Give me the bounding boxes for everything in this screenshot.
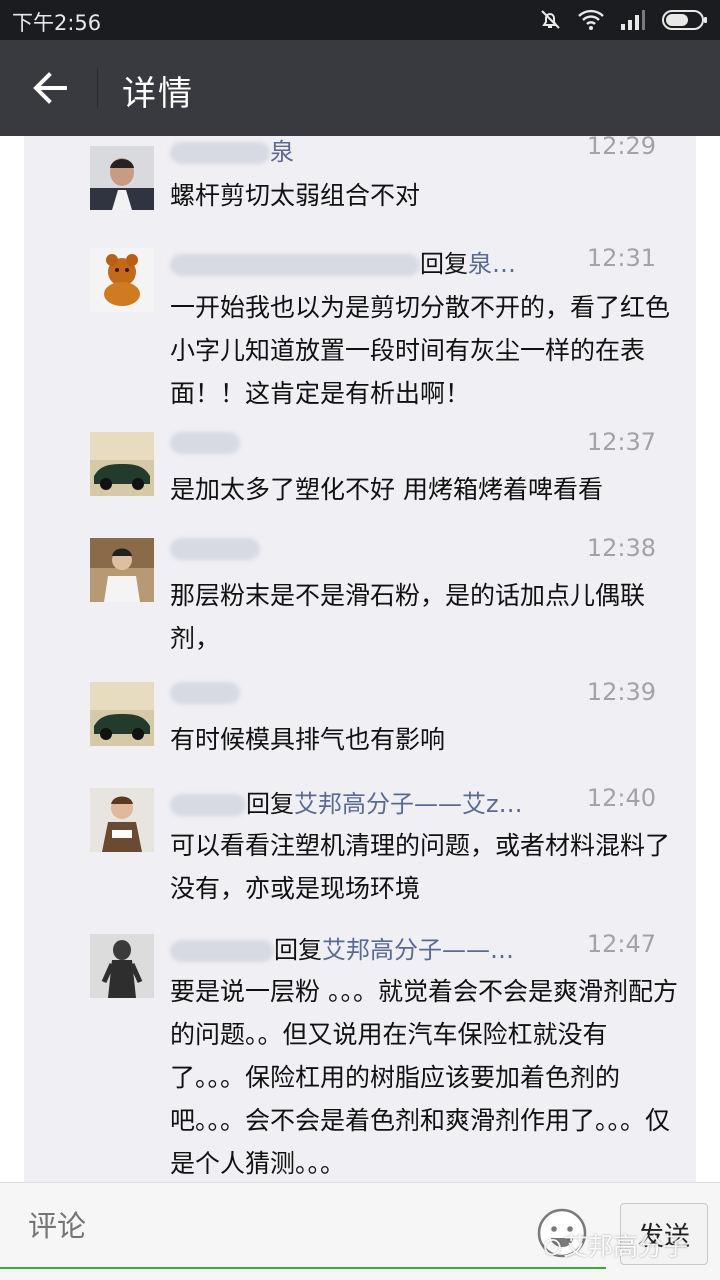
comment-time: 12:40 xyxy=(586,784,656,812)
commenter-name[interactable] xyxy=(170,428,240,456)
page-title: 详情 xyxy=(122,74,194,114)
comment-time: 12:29 xyxy=(586,136,656,160)
avatar[interactable] xyxy=(90,682,154,746)
comment-item[interactable]: 12:38 那层粉末是不是滑石粉，是的话加点儿偶联剂， xyxy=(24,532,696,662)
redacted-name xyxy=(170,940,274,962)
redacted-name xyxy=(170,682,240,704)
avatar[interactable] xyxy=(90,146,154,210)
emoji-button[interactable] xyxy=(536,1207,588,1259)
comment-input[interactable] xyxy=(28,1211,405,1244)
commenter-name[interactable] xyxy=(170,678,240,706)
comment-item[interactable]: 回复艾邦高分子——… 12:47 要是说一层粉 。。。就觉着会不会是爽滑剂配方的… xyxy=(24,928,696,1178)
status-time: 下午2:56 xyxy=(12,11,102,35)
commenter-name[interactable]: 泉 xyxy=(170,136,294,167)
comment-text: 有时候模具排气也有影响 xyxy=(170,725,446,754)
comment-list: 泉 12:29 螺杆剪切太弱组合不对 回复泉… 12:31 一开始我也以为是剪切… xyxy=(24,136,696,1182)
reply-target[interactable]: 艾邦高分子——… xyxy=(322,936,514,964)
title-divider xyxy=(97,68,98,108)
status-bar: 下午2:56 xyxy=(0,0,720,40)
comment-meta: 12:38 xyxy=(170,532,656,572)
comment-time: 12:37 xyxy=(586,428,656,456)
back-arrow-icon xyxy=(33,72,67,104)
redacted-name xyxy=(170,254,420,276)
avatar[interactable] xyxy=(90,788,154,852)
redacted-name xyxy=(170,142,270,164)
comment-meta: 回复泉… 12:31 xyxy=(170,242,656,282)
redacted-name xyxy=(170,794,246,816)
reply-target[interactable]: 艾邦高分子——艾z… xyxy=(294,790,523,818)
back-button[interactable] xyxy=(22,62,78,114)
comment-area[interactable]: 泉 12:29 螺杆剪切太弱组合不对 回复泉… 12:31 一开始我也以为是剪切… xyxy=(0,136,720,1182)
comment-time: 12:39 xyxy=(586,678,656,706)
emoji-icon xyxy=(537,1208,587,1258)
reply-target[interactable]: 泉… xyxy=(468,250,516,278)
battery-icon xyxy=(662,10,707,30)
wifi-icon xyxy=(578,9,604,30)
comment-meta: 回复艾邦高分子——… 12:47 xyxy=(170,928,656,968)
comment-meta: 泉 12:29 xyxy=(170,136,656,170)
comment-text: 一开始我也以为是剪切分散不开的，看了红色小字儿知道放置一段时间有灰尘一样的在表面… xyxy=(170,293,671,408)
comment-text: 可以看看注塑机清理的问题，或者材料混料了没有，亦或是现场环境 xyxy=(170,831,671,903)
comment-item[interactable]: 回复艾邦高分子——艾z… 12:40 可以看看注塑机清理的问题，或者材料混料了没… xyxy=(24,782,696,912)
redacted-name xyxy=(170,538,260,560)
commenter-name[interactable]: 回复泉… xyxy=(170,244,516,279)
comment-meta: 回复艾邦高分子——艾z… 12:40 xyxy=(170,782,656,822)
input-underline xyxy=(0,1267,606,1269)
comment-meta: 12:39 xyxy=(170,676,656,716)
commenter-name[interactable]: 回复艾邦高分子——艾z… xyxy=(170,784,523,819)
send-button[interactable]: 发送 xyxy=(620,1203,708,1265)
avatar[interactable] xyxy=(90,248,154,312)
commenter-name[interactable] xyxy=(170,534,260,562)
comment-item[interactable]: 泉 12:29 螺杆剪切太弱组合不对 xyxy=(24,136,696,230)
title-bar: 详情 xyxy=(0,40,720,136)
comment-time: 12:31 xyxy=(586,244,656,272)
comment-composer: 发送 ⊙艾邦高分子 xyxy=(0,1182,720,1280)
comment-text: 是加太多了塑化不好 用烤箱烤着啤看看 xyxy=(170,475,603,504)
avatar[interactable] xyxy=(90,538,154,602)
avatar[interactable] xyxy=(90,934,154,998)
comment-item[interactable]: 12:39 有时候模具排气也有影响 xyxy=(24,676,696,766)
comment-item[interactable]: 回复泉… 12:31 一开始我也以为是剪切分散不开的，看了红色小字儿知道放置一段… xyxy=(24,242,696,418)
comment-text: 要是说一层粉 。。。就觉着会不会是爽滑剂配方的问题。。但又说用在汽车保险杠就没有… xyxy=(170,977,678,1178)
signal-icon xyxy=(621,10,645,30)
comment-text: 那层粉末是不是滑石粉，是的话加点儿偶联剂， xyxy=(170,581,646,653)
mute-icon xyxy=(541,10,560,29)
comment-text: 螺杆剪切太弱组合不对 xyxy=(170,181,421,210)
comment-time: 12:38 xyxy=(586,534,656,562)
comment-meta: 12:37 xyxy=(170,426,656,466)
commenter-name[interactable]: 回复艾邦高分子——… xyxy=(170,930,514,965)
comment-time: 12:47 xyxy=(586,930,656,958)
status-icons xyxy=(538,8,708,32)
avatar[interactable] xyxy=(90,432,154,496)
redacted-name xyxy=(170,432,240,454)
comment-item[interactable]: 12:37 是加太多了塑化不好 用烤箱烤着啤看看 xyxy=(24,426,696,516)
